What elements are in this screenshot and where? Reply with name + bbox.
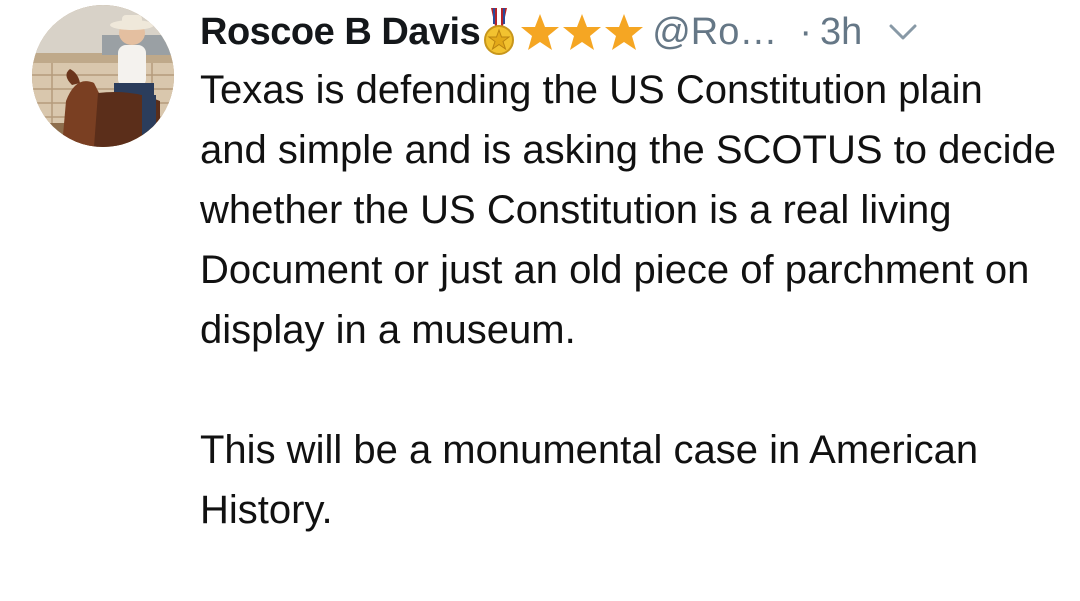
avatar[interactable]: [32, 5, 174, 147]
tweet-paragraph: This will be a monumental case in Americ…: [200, 428, 979, 532]
tweet-header: Roscoe B Davis @Ro… · 3h: [200, 6, 1060, 58]
star-icon: [604, 12, 644, 52]
star-badges: [520, 12, 644, 52]
chevron-down-icon[interactable]: [888, 21, 918, 43]
tweet-paragraph: Texas is defending the US Constitution p…: [200, 68, 1056, 352]
medal-icon: [482, 6, 516, 58]
star-icon: [562, 12, 602, 52]
timestamp[interactable]: 3h: [820, 11, 862, 54]
tweet-text: Texas is defending the US Constitution p…: [200, 60, 1060, 540]
author-handle[interactable]: @Ro…: [652, 11, 777, 54]
separator-dot: ·: [799, 10, 813, 53]
tweet[interactable]: Roscoe B Davis @Ro… · 3h Texas is defend…: [0, 0, 1080, 601]
star-icon: [520, 12, 560, 52]
author-name[interactable]: Roscoe B Davis: [200, 11, 481, 54]
